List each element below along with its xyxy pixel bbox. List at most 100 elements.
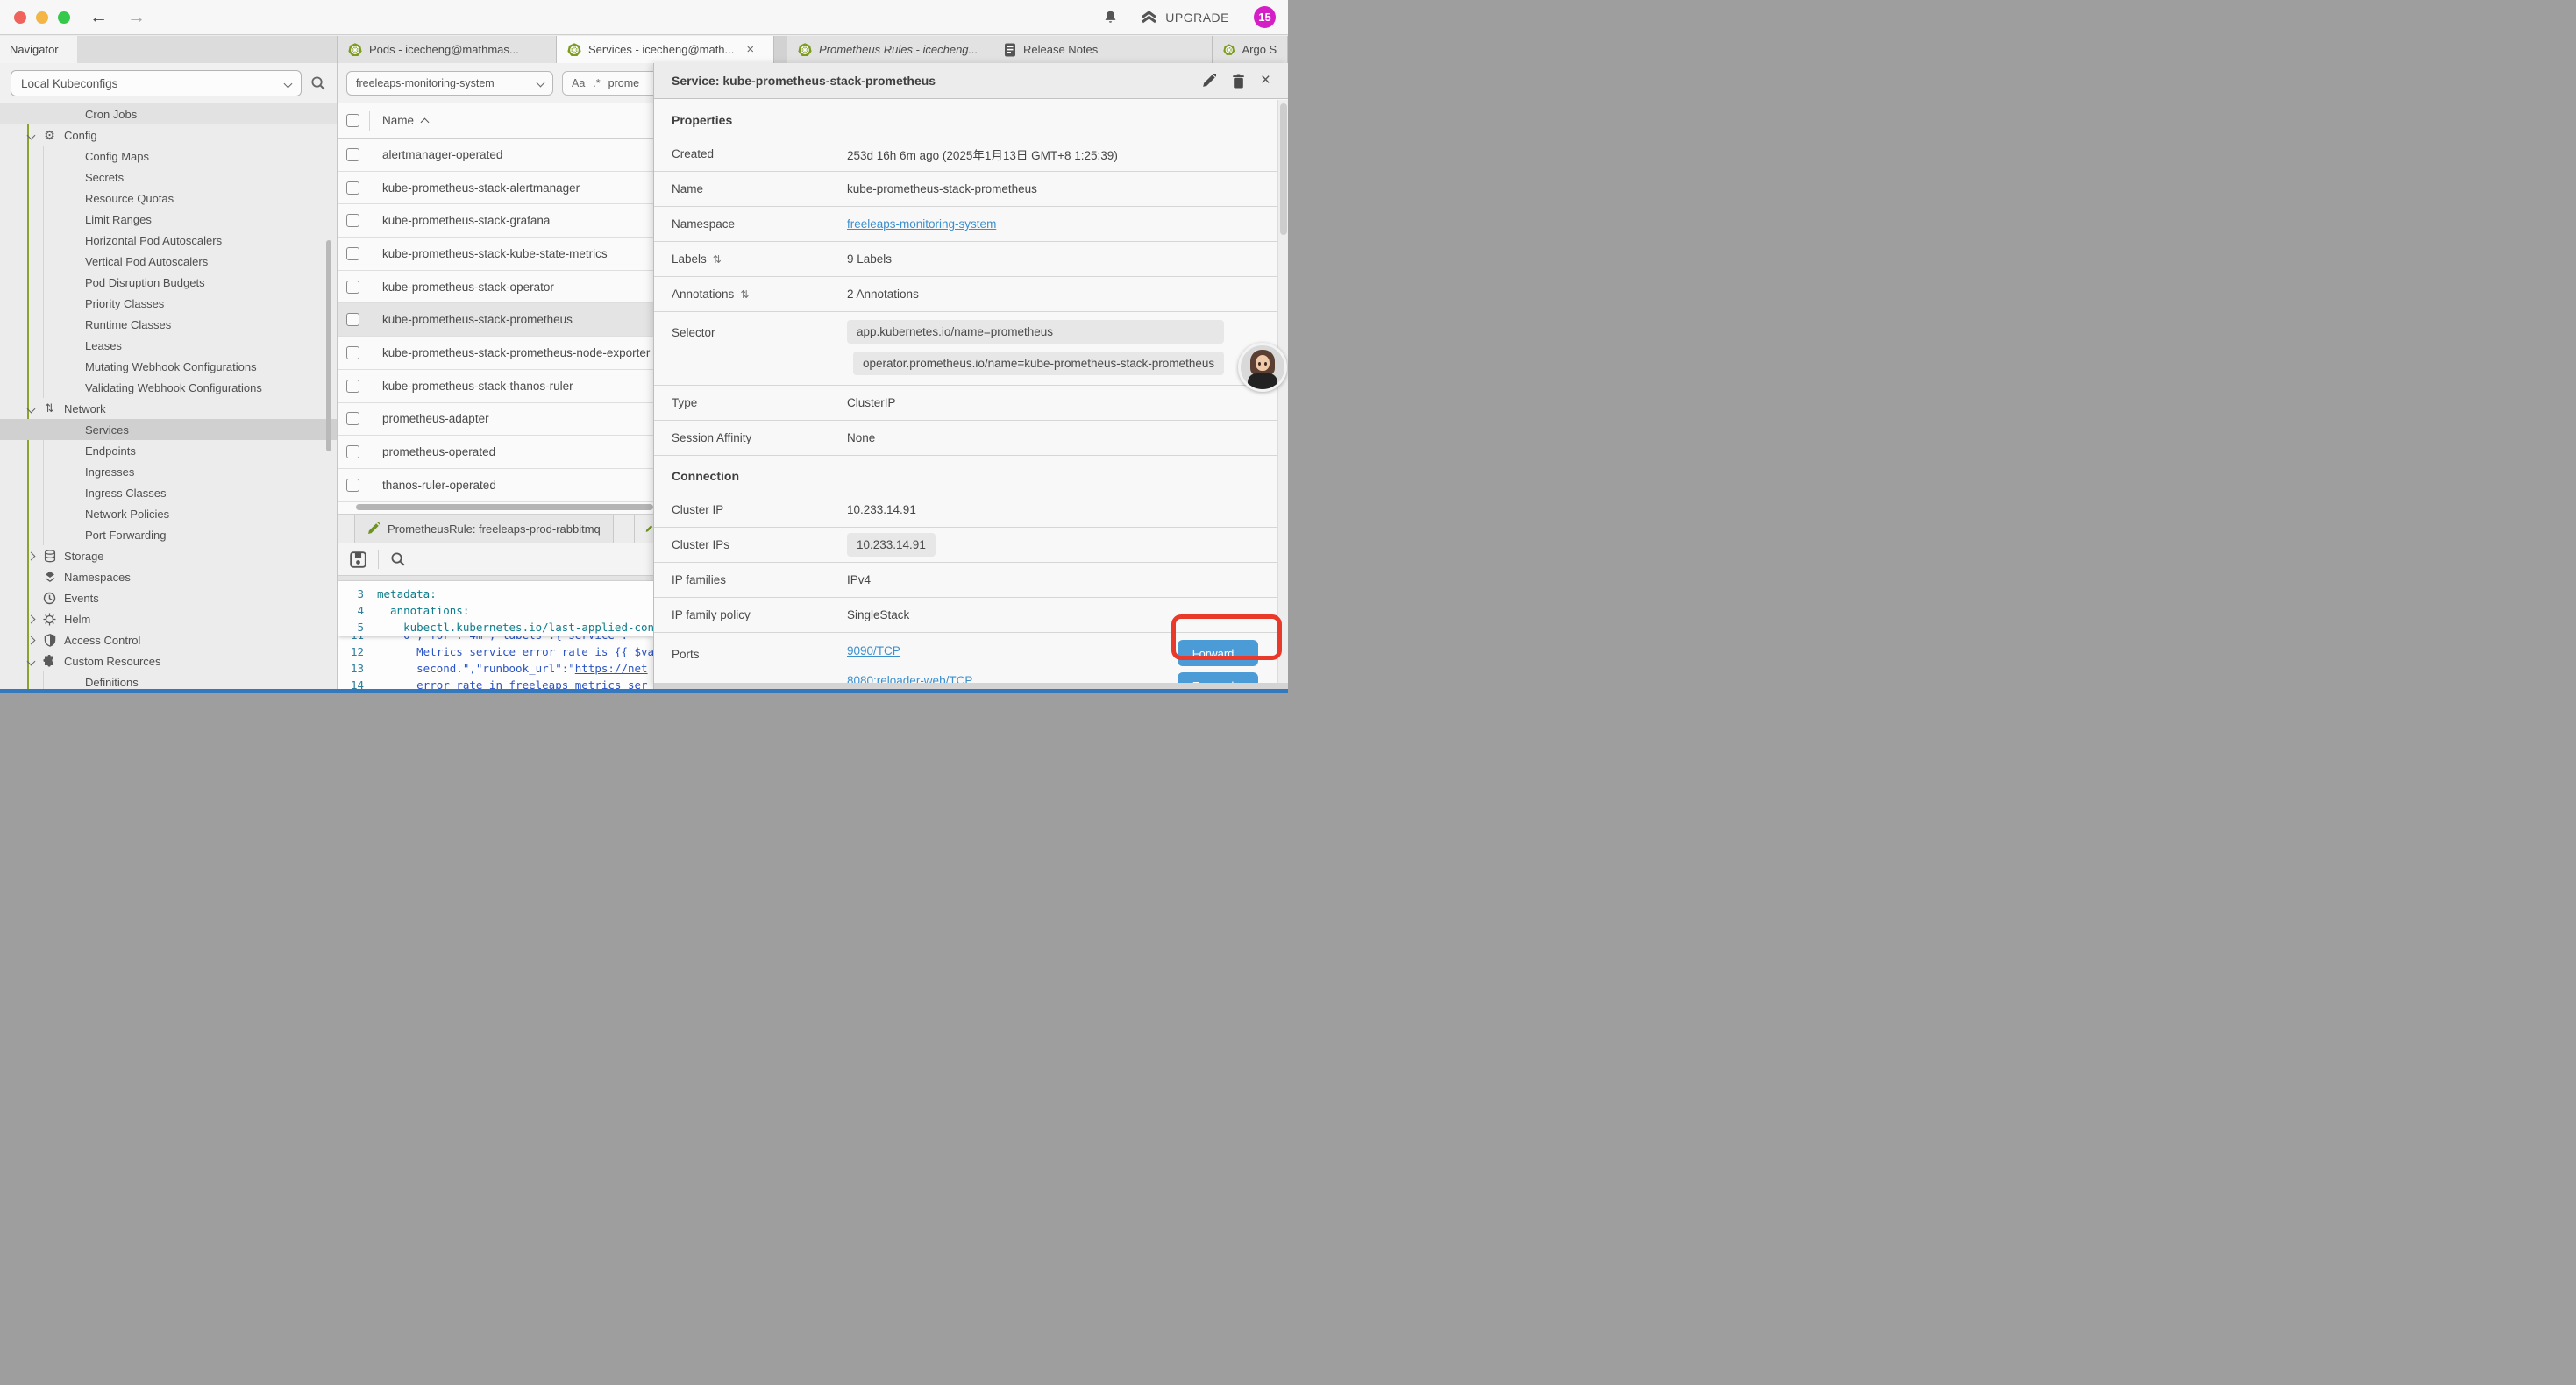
chevron-right-icon[interactable] xyxy=(26,553,35,559)
table-row[interactable]: alertmanager-operated xyxy=(338,138,653,172)
sidebar-item-priority-classes[interactable]: Priority Classes xyxy=(0,293,337,314)
editor-tab-partial[interactable] xyxy=(634,515,653,543)
chevron-down-icon[interactable] xyxy=(26,406,35,412)
sidebar-scrollbar-thumb[interactable] xyxy=(326,240,331,451)
horizontal-scrollbar-thumb[interactable] xyxy=(356,504,653,510)
sidebar-group-network[interactable]: Network xyxy=(0,398,337,419)
tab-release-notes[interactable]: Release Notes xyxy=(993,36,1213,63)
row-checkbox[interactable] xyxy=(346,247,359,260)
expand-collapse-icon[interactable] xyxy=(740,288,749,301)
panel-bottom-scrollbar[interactable] xyxy=(654,683,1288,689)
sidebar-group-custom-resources[interactable]: Custom Resources xyxy=(0,650,337,671)
sidebar-item-cron-jobs[interactable]: Cron Jobs xyxy=(0,103,337,124)
row-checkbox[interactable] xyxy=(346,148,359,161)
sidebar-item-validating-webhook-configurations[interactable]: Validating Webhook Configurations xyxy=(0,377,337,398)
sidebar-item-definitions[interactable]: Definitions xyxy=(0,671,337,689)
row-checkbox[interactable] xyxy=(346,313,359,326)
property-value[interactable]: 2 Annotations xyxy=(847,288,919,301)
sidebar-group-config[interactable]: Config xyxy=(0,124,337,146)
table-row[interactable]: prometheus-operated xyxy=(338,436,653,469)
row-checkbox[interactable] xyxy=(346,281,359,294)
forward-port-button[interactable]: Forward... xyxy=(1178,672,1258,683)
edit-pencil-icon[interactable] xyxy=(1202,74,1216,88)
forward-port-button[interactable]: Forward... xyxy=(1178,640,1258,666)
yaml-editor[interactable]: 3metadata: 4 annotations: 5 kubectl.kube… xyxy=(338,581,653,689)
table-row[interactable]: kube-prometheus-stack-thanos-ruler xyxy=(338,370,653,403)
close-traffic-light[interactable] xyxy=(14,11,26,24)
table-row[interactable]: prometheus-adapter xyxy=(338,403,653,437)
chevron-right-icon[interactable] xyxy=(26,616,35,622)
sidebar-item-endpoints[interactable]: Endpoints xyxy=(0,440,337,461)
user-avatar[interactable] xyxy=(1238,343,1287,392)
chevron-down-icon[interactable] xyxy=(26,658,35,664)
sidebar-item-pod-disruption-budgets[interactable]: Pod Disruption Budgets xyxy=(0,272,337,293)
sidebar-item-vertical-pod-autoscalers[interactable]: Vertical Pod Autoscalers xyxy=(0,251,337,272)
table-row[interactable]: kube-prometheus-stack-alertmanager xyxy=(338,172,653,205)
sidebar-item-secrets[interactable]: Secrets xyxy=(0,167,337,188)
name-column-header[interactable]: Name xyxy=(382,114,414,127)
table-row[interactable]: kube-prometheus-stack-prometheus-node-ex… xyxy=(338,337,653,370)
close-tab-icon[interactable] xyxy=(746,42,754,57)
table-row[interactable]: kube-prometheus-stack-grafana xyxy=(338,204,653,238)
search-icon[interactable] xyxy=(310,75,326,91)
tab-prometheus-rules[interactable]: Prometheus Rules - icecheng... xyxy=(787,36,993,63)
sidebar-group-helm[interactable]: Helm xyxy=(0,608,337,629)
table-row[interactable]: kube-prometheus-stack-operator xyxy=(338,271,653,304)
row-checkbox[interactable] xyxy=(346,412,359,425)
port-link-8080[interactable]: 8080:reloader-web/TCP xyxy=(847,674,972,683)
kubeconfig-select[interactable]: Local Kubeconfigs xyxy=(11,70,302,96)
sidebar-item-ingress-classes[interactable]: Ingress Classes xyxy=(0,482,337,503)
tab-pods[interactable]: Pods - icecheng@mathmas... xyxy=(338,36,557,63)
panel-scrollbar-track[interactable] xyxy=(1277,100,1288,683)
row-checkbox[interactable] xyxy=(346,214,359,227)
table-row[interactable]: thanos-ruler-operated xyxy=(338,469,653,502)
sidebar-item-ingresses[interactable]: Ingresses xyxy=(0,461,337,482)
row-checkbox[interactable] xyxy=(346,445,359,458)
sidebar-item-leases[interactable]: Leases xyxy=(0,335,337,356)
chevron-right-icon[interactable] xyxy=(26,637,35,643)
back-icon[interactable]: ← xyxy=(89,8,108,26)
table-row[interactable]: kube-prometheus-stack-kube-state-metrics xyxy=(338,238,653,271)
sidebar-item-services[interactable]: Services xyxy=(0,419,337,440)
notifications-bell-icon[interactable] xyxy=(1103,10,1118,25)
sidebar-item-horizontal-pod-autoscalers[interactable]: Horizontal Pod Autoscalers xyxy=(0,230,337,251)
port-link-9090[interactable]: 9090/TCP xyxy=(847,644,972,657)
sidebar-item-network-policies[interactable]: Network Policies xyxy=(0,503,337,524)
expand-collapse-icon[interactable] xyxy=(713,252,722,266)
property-value[interactable]: 9 Labels xyxy=(847,252,892,266)
panel-scrollbar-thumb[interactable] xyxy=(1280,103,1287,235)
regex-toggle[interactable]: .* xyxy=(593,77,600,89)
minimize-traffic-light[interactable] xyxy=(36,11,48,24)
sidebar-item-runtime-classes[interactable]: Runtime Classes xyxy=(0,314,337,335)
row-checkbox[interactable] xyxy=(346,479,359,492)
row-checkbox[interactable] xyxy=(346,181,359,195)
sidebar-group-access-control[interactable]: Access Control xyxy=(0,629,337,650)
sidebar-item-port-forwarding[interactable]: Port Forwarding xyxy=(0,524,337,545)
sidebar-item-mutating-webhook-configurations[interactable]: Mutating Webhook Configurations xyxy=(0,356,337,377)
namespace-link[interactable]: freeleaps-monitoring-system xyxy=(847,217,996,231)
save-icon[interactable] xyxy=(350,551,366,568)
tab-services[interactable]: Services - icecheng@math... xyxy=(557,36,774,63)
filter-input[interactable]: Aa .* prome xyxy=(562,71,653,96)
close-panel-icon[interactable] xyxy=(1261,71,1270,90)
sidebar-item-config-maps[interactable]: Config Maps xyxy=(0,146,337,167)
notification-count-badge[interactable]: 15 xyxy=(1254,6,1276,28)
sidebar-item-resource-quotas[interactable]: Resource Quotas xyxy=(0,188,337,209)
search-icon[interactable] xyxy=(390,551,406,567)
select-all-checkbox[interactable] xyxy=(346,114,359,127)
table-row-selected[interactable]: kube-prometheus-stack-prometheus xyxy=(338,303,653,337)
row-checkbox[interactable] xyxy=(346,346,359,359)
sidebar-item-namespaces[interactable]: Namespaces xyxy=(0,566,337,587)
sidebar-item-limit-ranges[interactable]: Limit Ranges xyxy=(0,209,337,230)
sidebar-group-storage[interactable]: Storage xyxy=(0,545,337,566)
editor-tab-prometheusrule[interactable]: PrometheusRule: freeleaps-prod-rabbitmq xyxy=(354,515,614,543)
chevron-down-icon[interactable] xyxy=(26,132,35,138)
maximize-traffic-light[interactable] xyxy=(58,11,70,24)
tab-navigator[interactable]: Navigator xyxy=(0,36,77,63)
sidebar-item-events[interactable]: Events xyxy=(0,587,337,608)
match-case-toggle[interactable]: Aa xyxy=(572,77,585,89)
tab-argo[interactable]: Argo Se xyxy=(1213,36,1288,63)
namespace-select[interactable]: freeleaps-monitoring-system xyxy=(346,71,553,96)
trash-icon[interactable] xyxy=(1232,74,1245,89)
row-checkbox[interactable] xyxy=(346,380,359,393)
